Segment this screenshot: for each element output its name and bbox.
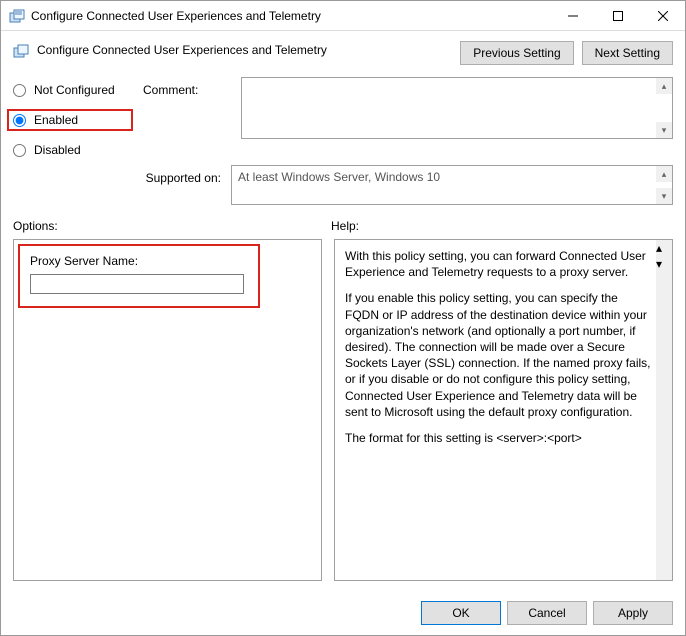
help-paragraph-2: If you enable this policy setting, you c… [345,290,652,420]
radio-enabled[interactable]: Enabled [7,109,133,131]
section-labels: Options: Help: [13,219,673,233]
policy-icon [13,43,29,59]
radio-not-configured-label: Not Configured [34,83,115,97]
apply-button[interactable]: Apply [593,601,673,625]
maximize-button[interactable] [595,1,640,30]
radio-not-configured[interactable]: Not Configured [13,83,133,97]
scroll-up-icon[interactable]: ▴ [656,78,672,94]
help-paragraph-3: The format for this setting is <server>:… [345,430,652,446]
radio-not-configured-input[interactable] [13,84,26,97]
minimize-icon [568,11,578,21]
previous-setting-button[interactable]: Previous Setting [460,41,573,65]
page-title: Configure Connected User Experiences and… [37,41,452,57]
ok-button[interactable]: OK [421,601,501,625]
scroll-down-icon[interactable]: ▾ [656,256,672,272]
close-button[interactable] [640,1,685,30]
next-setting-button[interactable]: Next Setting [582,41,673,65]
config-row: Not Configured Enabled Disabled Comment:… [13,77,673,157]
nav-buttons: Previous Setting Next Setting [460,41,673,65]
help-paragraph-1: With this policy setting, you can forwar… [345,248,652,280]
supported-on-value: At least Windows Server, Windows 10 [238,170,440,184]
policy-dialog: Configure Connected User Experiences and… [0,0,686,636]
help-panel: With this policy setting, you can forwar… [334,239,673,581]
app-icon [9,8,25,24]
header-row: Configure Connected User Experiences and… [13,41,673,65]
close-icon [658,11,668,21]
state-radios: Not Configured Enabled Disabled [13,77,133,157]
supported-on-box: At least Windows Server, Windows 10 ▴ ▾ [231,165,673,205]
scroll-down-icon[interactable]: ▾ [656,122,672,138]
radio-enabled-input[interactable] [13,114,26,127]
help-label: Help: [331,219,359,233]
supported-row: Supported on: At least Windows Server, W… [13,165,673,205]
proxy-server-label: Proxy Server Name: [30,254,248,268]
window-title: Configure Connected User Experiences and… [31,9,550,23]
comment-label: Comment: [143,77,231,157]
radio-disabled-input[interactable] [13,144,26,157]
proxy-section: Proxy Server Name: [18,244,260,308]
cancel-button[interactable]: Cancel [507,601,587,625]
panels: Proxy Server Name: With this policy sett… [13,239,673,581]
options-panel: Proxy Server Name: [13,239,322,581]
radio-enabled-label: Enabled [34,113,78,127]
help-scrollbar[interactable]: ▴ ▾ [656,240,672,580]
titlebar: Configure Connected User Experiences and… [1,1,685,31]
dialog-footer: OK Cancel Apply [1,591,685,635]
content-area: Configure Connected User Experiences and… [1,31,685,591]
scroll-up-icon[interactable]: ▴ [656,166,672,182]
options-label: Options: [13,219,331,233]
window-controls [550,1,685,30]
scroll-down-icon[interactable]: ▾ [656,188,672,204]
radio-disabled-label: Disabled [34,143,81,157]
supported-on-label: Supported on: [13,165,221,185]
proxy-server-input[interactable] [30,274,244,294]
comment-textarea[interactable]: ▴ ▾ [241,77,673,139]
maximize-icon [613,11,623,21]
scroll-up-icon[interactable]: ▴ [656,240,672,256]
radio-disabled[interactable]: Disabled [13,143,133,157]
minimize-button[interactable] [550,1,595,30]
